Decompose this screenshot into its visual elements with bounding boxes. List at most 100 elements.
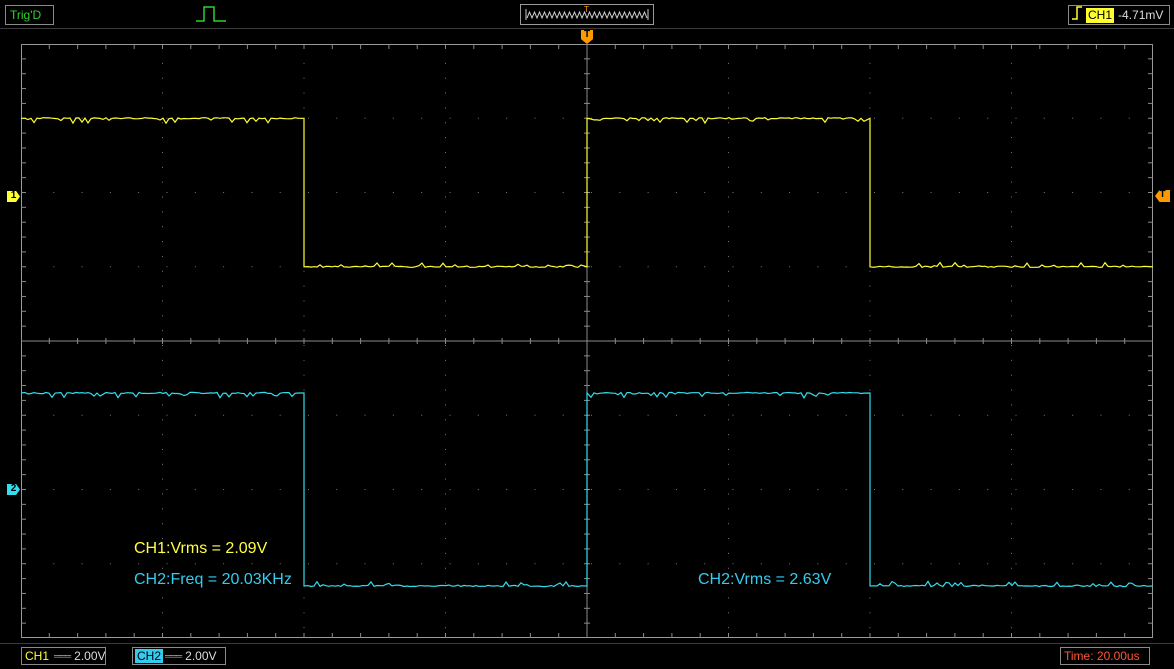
trigger-info[interactable]: CH1 -4.71mV <box>1068 5 1170 25</box>
grid-dot <box>166 489 168 490</box>
grid-dot <box>1011 226 1012 228</box>
grid-dot <box>728 300 729 302</box>
trigger-level-marker[interactable]: T <box>1155 190 1170 202</box>
grid-dot <box>1011 582 1012 584</box>
grid-dot <box>303 359 305 361</box>
grid-dot <box>162 255 163 257</box>
grid-dot <box>162 404 163 406</box>
grid-dot <box>675 192 677 193</box>
grid-dot <box>869 359 871 361</box>
grid-dot <box>138 192 140 193</box>
grid-dot <box>162 122 163 124</box>
grid-dot <box>303 107 305 109</box>
grid-dot <box>445 166 446 168</box>
grid-dot <box>1072 563 1074 565</box>
grid-dot <box>166 192 168 193</box>
grid-dot <box>303 285 305 287</box>
grid-dot <box>445 345 446 346</box>
grid-dot <box>445 404 446 406</box>
grid-dot <box>449 414 451 416</box>
grid-dot <box>704 192 706 193</box>
grid-dot <box>162 285 163 287</box>
grid-dot <box>53 489 55 490</box>
grid-dot <box>647 563 649 565</box>
grid-dot <box>109 192 111 193</box>
grid-dot <box>591 414 592 416</box>
grid-dot <box>421 117 423 119</box>
grid-dot <box>704 414 706 416</box>
grid-dot <box>728 508 729 510</box>
grid-dot <box>1011 270 1012 272</box>
grid-dot <box>1011 62 1012 64</box>
grid-dot <box>1015 192 1017 193</box>
grid-dot <box>162 612 163 614</box>
grid-dot <box>728 359 729 361</box>
grid-dot <box>162 493 163 495</box>
grid-dot <box>987 489 989 490</box>
grid-dot <box>675 266 677 268</box>
ch1-scale-box[interactable]: CH1 ═══ 2.00V <box>21 647 106 665</box>
grid-dot <box>845 266 847 268</box>
trigger-position-marker[interactable]: T <box>581 30 593 44</box>
grid-dot <box>138 563 140 565</box>
grid-dot <box>1015 489 1017 490</box>
grid-dot <box>81 192 83 193</box>
grid-dot <box>1011 122 1012 124</box>
grid-dot <box>760 414 762 416</box>
grid-dot <box>445 508 446 510</box>
grid-dot <box>445 315 446 317</box>
grid-dot <box>421 414 423 416</box>
grid-dot <box>534 414 536 416</box>
ch1-scale: 2.00V <box>74 649 106 663</box>
grid-dot <box>445 552 446 554</box>
grid-dot <box>591 192 592 193</box>
grid-dot <box>728 345 729 346</box>
grid-dot <box>1011 404 1012 406</box>
ch1-offset-marker[interactable]: 1 <box>7 191 20 202</box>
waveform-overview[interactable]: T <box>520 4 654 25</box>
grid-dot <box>1011 241 1012 243</box>
grid-dot <box>732 266 734 268</box>
grid-dot <box>194 414 196 416</box>
grid-dot <box>81 489 83 490</box>
grid-dot <box>728 122 729 124</box>
grid-dot <box>445 538 446 540</box>
dc-coupling-icon: ═══ <box>54 651 71 661</box>
grid-dot <box>728 181 729 183</box>
grid-dot <box>562 192 564 193</box>
grid-dot <box>392 192 394 193</box>
grid-dot <box>728 463 729 465</box>
grid-dot <box>728 137 729 139</box>
grid-dot <box>421 489 423 490</box>
grid-dot <box>166 266 168 268</box>
grid-dot <box>728 241 729 243</box>
grid-dot <box>728 419 729 421</box>
grid-dot <box>445 493 446 495</box>
grid-dot <box>817 414 819 416</box>
grid-dot <box>392 414 394 416</box>
grid-dot <box>364 117 366 119</box>
grid-dot <box>1072 117 1074 119</box>
grid-dot <box>728 77 729 79</box>
grid-dot <box>1011 137 1012 139</box>
grid-dot <box>445 389 446 391</box>
trigger-status: Trig'D <box>5 5 54 25</box>
grid-dot <box>449 192 451 193</box>
grid-dot <box>728 196 729 198</box>
grid-dot <box>162 226 163 228</box>
grid-dot <box>445 612 446 614</box>
grid-dot <box>251 563 253 565</box>
grid-dot <box>987 192 989 193</box>
ch2-offset-marker[interactable]: 2 <box>7 484 20 495</box>
grid-dot <box>675 489 677 490</box>
grid-dot <box>81 414 83 416</box>
grid-dot <box>303 270 305 272</box>
grid-dot <box>303 597 305 599</box>
grid-dot <box>364 414 366 416</box>
grid-dot <box>506 414 508 416</box>
timebase-box[interactable]: Time: 20.00us <box>1060 647 1150 665</box>
grid-dot <box>445 137 446 139</box>
grid-dot <box>162 330 163 332</box>
ch2-scale-box[interactable]: CH2 ═══ 2.00V <box>132 647 226 665</box>
grid-dot <box>166 117 168 119</box>
